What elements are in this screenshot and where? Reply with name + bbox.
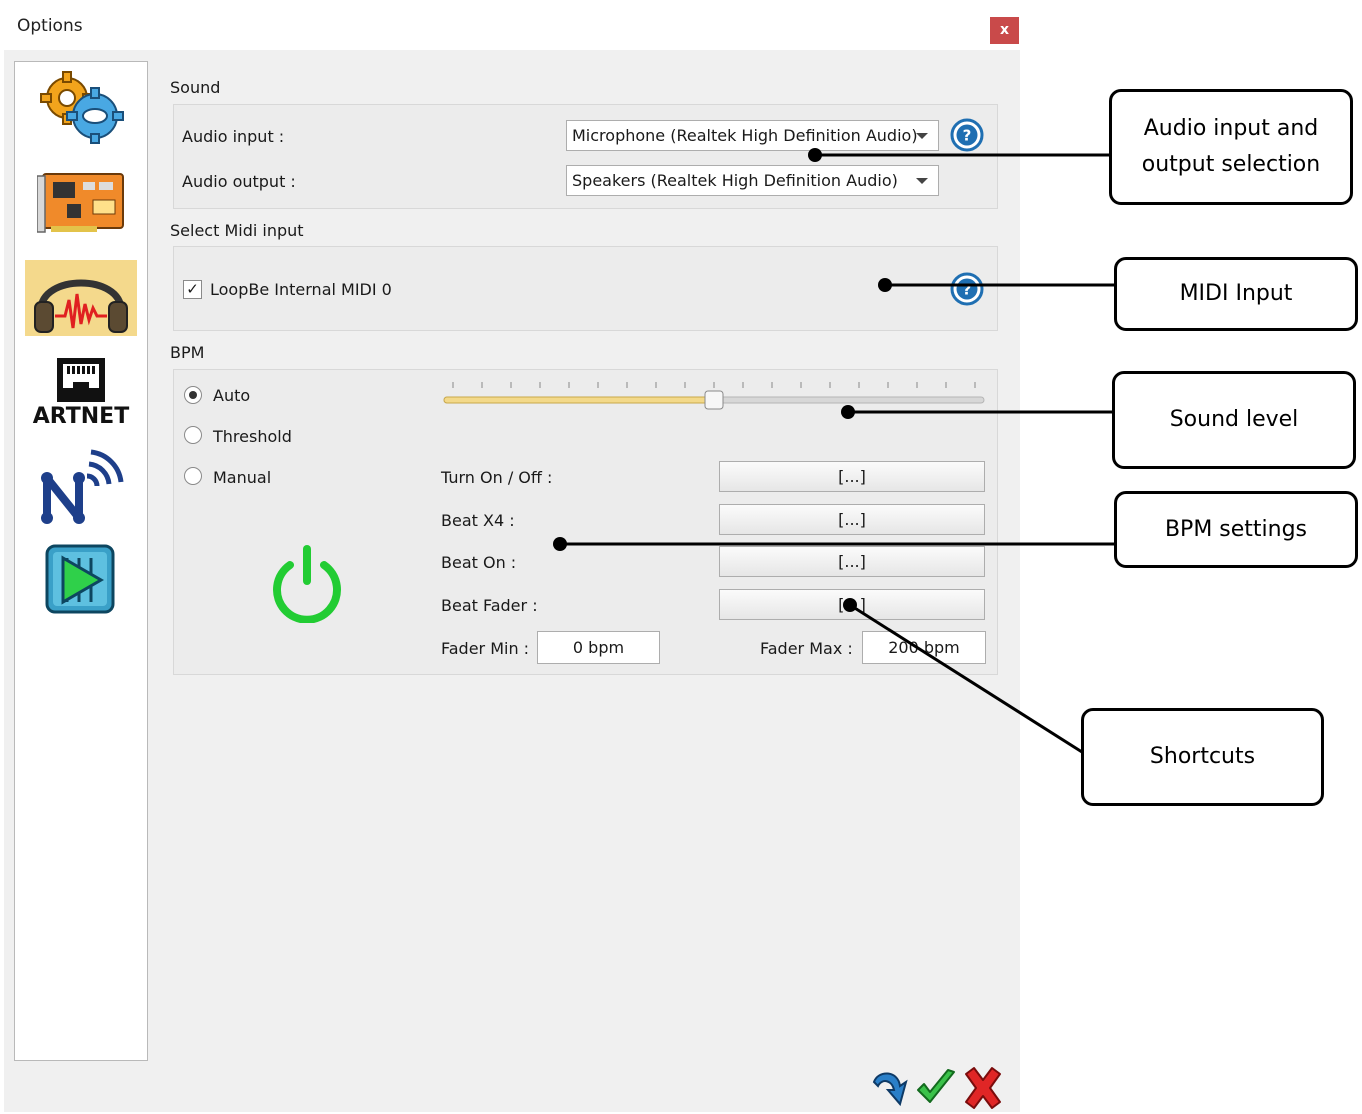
callout-midi-input: MIDI Input — [1114, 257, 1358, 331]
callout-sound-level: Sound level — [1112, 371, 1356, 469]
callout-shortcuts: Shortcuts — [1081, 708, 1324, 806]
callout-audio-io: Audio input and output selection — [1109, 89, 1353, 205]
callout-bpm-settings: BPM settings — [1114, 491, 1358, 568]
